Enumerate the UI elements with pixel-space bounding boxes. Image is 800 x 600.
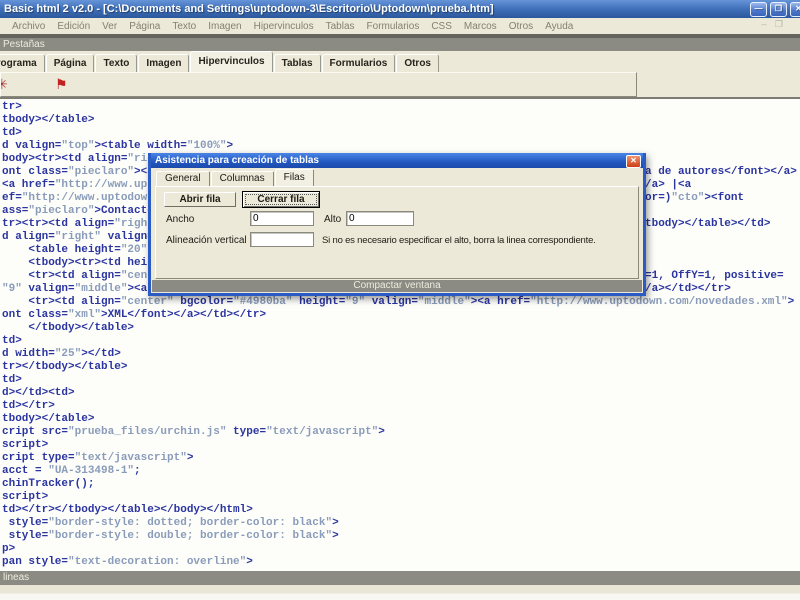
code-line: tr></tbody></table> bbox=[2, 361, 128, 373]
code-line: td> bbox=[2, 335, 22, 347]
tab-programa[interactable]: Programa bbox=[0, 54, 45, 72]
dialog-title: Asistencia para creación de tablas bbox=[155, 155, 319, 166]
menu-items: Archivo Edición Ver Página Texto Imagen Hiperv… bbox=[6, 21, 579, 32]
code-line: <tr><td align="center" bgcolor="#4980ba"… bbox=[2, 296, 795, 308]
anchor-icon[interactable]: ✳ bbox=[1, 76, 8, 92]
category-tabs: ProgramaPáginaTextoImagenHipervinculosTa… bbox=[0, 51, 800, 72]
code-line: script> bbox=[2, 439, 49, 451]
minimize-icon: — bbox=[754, 4, 763, 13]
tab-texto[interactable]: Texto bbox=[95, 54, 138, 72]
tab-tablas[interactable]: Tablas bbox=[273, 54, 321, 72]
toolbar-band: ✳ ⚑ bbox=[0, 72, 800, 97]
menu-item-ver[interactable]: Ver bbox=[96, 21, 123, 32]
menu-item-marcos[interactable]: Marcos bbox=[458, 21, 503, 32]
menu-item-otros[interactable]: Otros bbox=[503, 21, 539, 32]
code-line: chinTracker(); bbox=[2, 478, 95, 490]
code-line: style="border-style: dotted; border-colo… bbox=[2, 517, 339, 529]
status-bar: lineas bbox=[0, 571, 800, 585]
code-line: script> bbox=[2, 491, 49, 503]
code-line: style="border-style: double; border-colo… bbox=[2, 530, 339, 542]
close-icon: ✕ bbox=[795, 4, 800, 13]
code-line: ont class="xml">XML</font></a></td></tr> bbox=[2, 309, 267, 321]
tab-formularios[interactable]: Formularios bbox=[321, 54, 396, 72]
menu-item-css[interactable]: CSS bbox=[425, 21, 458, 32]
dialog-tab-filas[interactable]: Filas bbox=[274, 169, 314, 186]
close-icon: ✕ bbox=[630, 156, 637, 165]
restore-button[interactable]: ❐ bbox=[770, 2, 787, 17]
code-line: acct = "UA-313498-1"; bbox=[2, 465, 141, 477]
code-line: td> bbox=[2, 374, 22, 386]
status-text: lineas bbox=[3, 572, 30, 583]
code-line: tbody></table> bbox=[2, 413, 95, 425]
compact-window-button[interactable]: Compactar ventana bbox=[152, 280, 642, 292]
menu-item-archivo[interactable]: Archivo bbox=[6, 21, 51, 32]
mdi-window-icons[interactable]: – ❐ bbox=[761, 19, 786, 30]
code-line: d width="25"></td> bbox=[2, 348, 121, 360]
flag-icon[interactable]: ⚑ bbox=[55, 76, 68, 92]
code-line: tr> bbox=[2, 101, 22, 113]
menu-item-hipervinculos[interactable]: Hipervinculos bbox=[248, 21, 320, 32]
menu-item-pagina[interactable]: Página bbox=[123, 21, 166, 32]
toolbar-panel: ✳ ⚑ bbox=[0, 72, 637, 97]
tab-otros[interactable]: Otros bbox=[396, 54, 439, 72]
menu-item-edicion[interactable]: Edición bbox=[51, 21, 96, 32]
window-title: Basic html 2 v2.0 - [C:\Documents and Se… bbox=[4, 3, 494, 15]
dialog-close-button[interactable]: ✕ bbox=[626, 155, 641, 168]
code-line: tbody></table> bbox=[2, 114, 95, 126]
menu-item-texto[interactable]: Texto bbox=[166, 21, 202, 32]
toolbar-caption: Pestañas bbox=[0, 38, 800, 51]
restore-icon: ❐ bbox=[774, 4, 783, 13]
code-line: cript type="text/javascript"> bbox=[2, 452, 194, 464]
dialog-tab-general[interactable]: General bbox=[156, 171, 210, 186]
close-button[interactable]: ✕ bbox=[790, 2, 800, 17]
valign-label: Alineación vertical bbox=[166, 235, 247, 246]
menu-item-imagen[interactable]: Imagen bbox=[202, 21, 247, 32]
code-line: pan style="text-decoration: overline"> bbox=[2, 556, 253, 568]
code-line: td> bbox=[2, 127, 22, 139]
window-bottom-edge bbox=[0, 585, 800, 600]
height-input[interactable] bbox=[346, 211, 414, 226]
dialog-table-assistant: Asistencia para creación de tablas ✕ Gen… bbox=[148, 153, 646, 296]
menu-bar: Archivo Edición Ver Página Texto Imagen Hiperv… bbox=[0, 18, 800, 34]
code-line: td></tr></tbody></table></body></html> bbox=[2, 504, 253, 516]
code-line: d></td><td> bbox=[2, 387, 75, 399]
width-label: Ancho bbox=[166, 214, 195, 225]
dialog-tab-columnas[interactable]: Columnas bbox=[210, 171, 274, 186]
menu-item-formularios[interactable]: Formularios bbox=[361, 21, 426, 32]
height-label: Alto bbox=[324, 214, 342, 225]
menu-item-ayuda[interactable]: Ayuda bbox=[539, 21, 579, 32]
dialog-tabs: General Columnas Filas bbox=[156, 169, 315, 186]
application-window: Basic html 2 v2.0 - [C:\Documents and Se… bbox=[0, 0, 800, 600]
dialog-tab-page-filas: Abrir fila Cerrar fila Ancho Alto Alinea… bbox=[155, 186, 639, 279]
height-hint-text: Si no es necesario especificar el alto, … bbox=[322, 235, 596, 246]
tab-imagen[interactable]: Imagen bbox=[138, 54, 190, 72]
minimize-button[interactable]: — bbox=[750, 2, 767, 17]
code-line: d valign="top"><table width="100%"> bbox=[2, 140, 234, 152]
code-line: p> bbox=[2, 543, 16, 555]
code-line: cript src="prueba_files/urchin.js" type=… bbox=[2, 426, 385, 438]
valign-input[interactable] bbox=[250, 232, 314, 247]
close-row-button[interactable]: Cerrar fila bbox=[242, 191, 320, 208]
open-row-button[interactable]: Abrir fila bbox=[164, 192, 236, 207]
category-tabs-inner: ProgramaPáginaTextoImagenHipervinculosTa… bbox=[0, 51, 800, 72]
tab-pagina[interactable]: Página bbox=[45, 54, 95, 72]
dialog-titlebar[interactable]: Asistencia para creación de tablas ✕ bbox=[151, 153, 643, 168]
code-line: td></tr> bbox=[2, 400, 55, 412]
tab-hipervinculos[interactable]: Hipervinculos bbox=[190, 51, 273, 72]
window-titlebar[interactable]: Basic html 2 v2.0 - [C:\Documents and Se… bbox=[0, 0, 800, 18]
width-input[interactable] bbox=[250, 211, 314, 226]
menu-item-tablas[interactable]: Tablas bbox=[320, 21, 361, 32]
code-line: </tbody></table> bbox=[2, 322, 135, 334]
